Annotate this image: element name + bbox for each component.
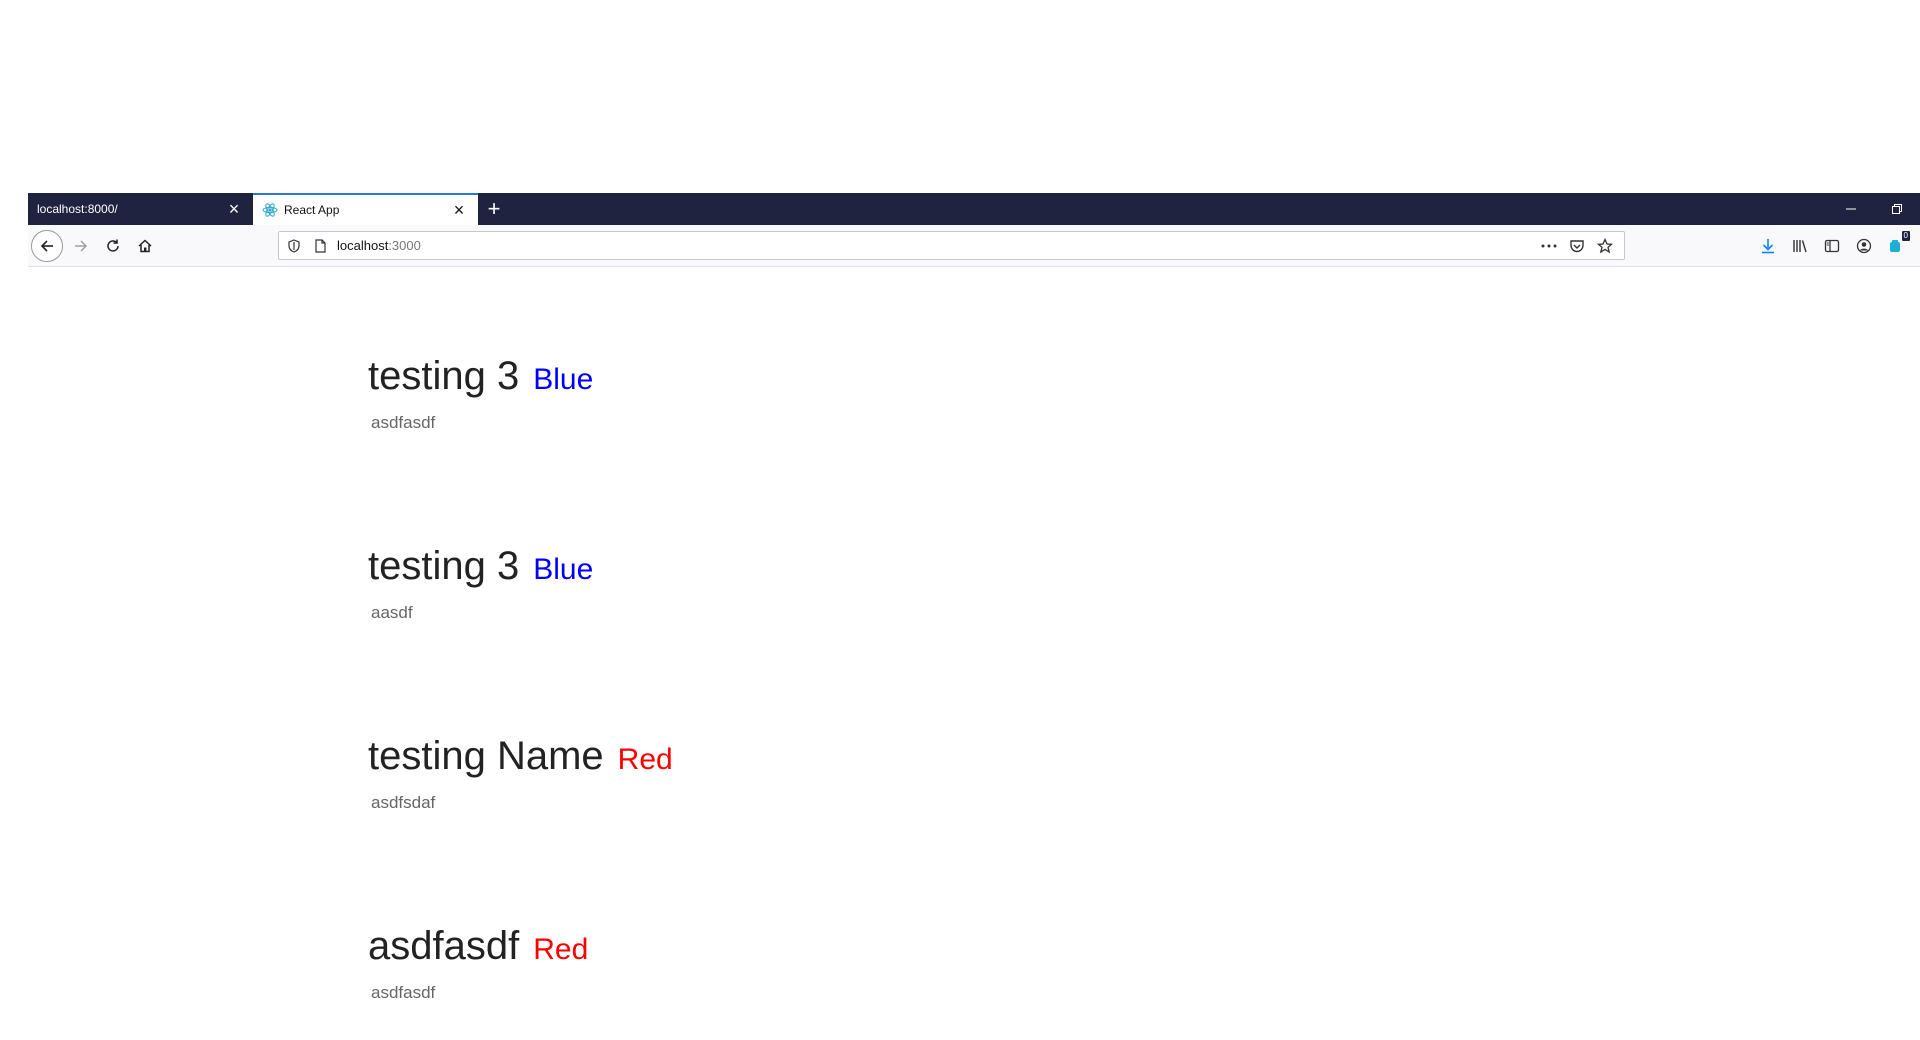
tab-bar: localhost:8000/ × React App × + — [28, 193, 1920, 225]
browser-window: localhost:8000/ × React App × + localhos… — [28, 193, 1920, 1040]
tab-label: localhost:8000/ — [37, 202, 118, 216]
page-content: testing 3 Blue asdfasdf testing 3 Blue a… — [28, 267, 1920, 1040]
forward-button[interactable] — [66, 231, 96, 261]
tab-label: React App — [284, 203, 340, 217]
close-icon[interactable]: × — [225, 200, 243, 218]
item-color-label: Red — [533, 933, 589, 966]
close-icon[interactable]: × — [450, 201, 468, 219]
item-description: aasdf — [371, 603, 413, 622]
list-item: asdfasdf Red asdfasdf — [368, 924, 588, 1003]
reload-button[interactable] — [98, 231, 128, 261]
sidebar-icon[interactable] — [1820, 234, 1844, 258]
list-item: testing 3 Blue asdfasdf — [368, 354, 593, 433]
downloads-icon[interactable] — [1756, 234, 1780, 258]
more-actions-icon[interactable] — [1538, 236, 1560, 256]
item-name: testing 3 — [368, 544, 520, 588]
tab-localhost-8000[interactable]: localhost:8000/ × — [28, 193, 253, 225]
tab-react-app[interactable]: React App × — [253, 193, 478, 225]
new-tab-button[interactable]: + — [478, 193, 510, 225]
restore-icon[interactable] — [1874, 193, 1920, 225]
reload-icon — [107, 239, 119, 252]
arrow-left-icon — [40, 240, 53, 252]
url-bar[interactable]: localhost:3000 — [278, 231, 1625, 260]
toolbar-right: 0 — [1756, 230, 1911, 258]
item-header: testing Name Red — [368, 734, 673, 779]
library-icon[interactable] — [1788, 234, 1812, 258]
shield-icon[interactable] — [285, 237, 303, 255]
home-icon — [138, 239, 152, 253]
window-controls — [1828, 193, 1920, 225]
react-logo-icon — [262, 202, 278, 218]
bookmark-star-icon[interactable] — [1594, 236, 1616, 256]
home-button[interactable] — [130, 231, 160, 261]
item-description: asdfasdf — [371, 983, 436, 1002]
navigation-toolbar: localhost:3000 0 — [28, 225, 1920, 267]
url-text: localhost:3000 — [337, 238, 421, 253]
item-name: testing 3 — [368, 354, 520, 398]
item-color-label: Blue — [533, 553, 594, 586]
extension-icon[interactable]: 0 — [1884, 230, 1911, 258]
item-color-label: Red — [617, 743, 673, 776]
extension-badge: 0 — [1900, 230, 1911, 242]
item-color-label: Blue — [533, 363, 594, 396]
arrow-right-icon — [75, 240, 87, 252]
item-header: asdfasdf Red — [368, 924, 588, 969]
screenshot-page: localhost:8000/ × React App × + localhos… — [0, 0, 1920, 1040]
item-name: testing Name — [368, 734, 604, 778]
minimize-icon[interactable] — [1828, 193, 1874, 225]
list-item: testing Name Red asdfsdaf — [368, 734, 673, 813]
pocket-icon[interactable] — [1566, 236, 1588, 256]
url-host: localhost — [337, 238, 389, 253]
url-port: :3000 — [388, 238, 421, 253]
url-actions — [1538, 236, 1616, 256]
item-header: testing 3 Blue — [368, 544, 593, 589]
back-button[interactable] — [31, 230, 63, 262]
page-icon[interactable] — [311, 237, 329, 255]
item-name: asdfasdf — [368, 924, 520, 968]
item-description: asdfsdaf — [371, 793, 436, 812]
item-description: asdfasdf — [371, 413, 436, 432]
item-header: testing 3 Blue — [368, 354, 593, 399]
account-icon[interactable] — [1852, 234, 1876, 258]
list-item: testing 3 Blue aasdf — [368, 544, 593, 623]
